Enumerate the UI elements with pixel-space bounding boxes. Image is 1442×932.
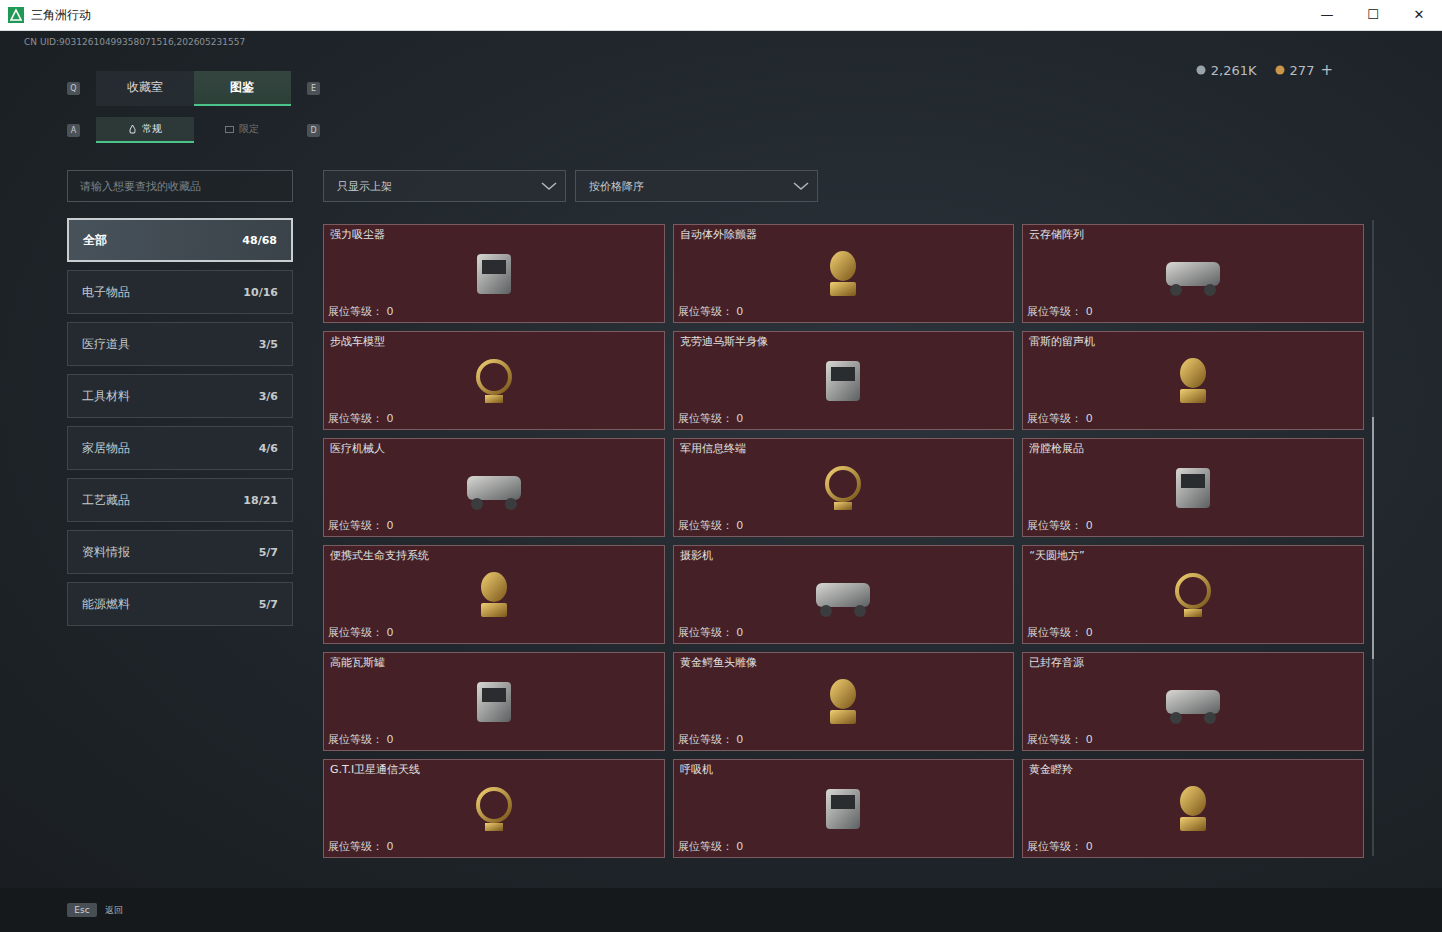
- chevron-down-icon: [541, 181, 557, 191]
- item-icon: [798, 242, 888, 304]
- game-area: CN UID:90312610499358071516,202605231557…: [0, 31, 1442, 932]
- sub-tab[interactable]: 限定: [194, 117, 292, 143]
- item-icon: [798, 563, 888, 625]
- key-hint: Q: [67, 82, 80, 95]
- app-logo-icon: [8, 7, 24, 23]
- chevron-down-icon: [793, 181, 809, 191]
- item-icon: [1148, 777, 1238, 839]
- item-icon: [1148, 242, 1238, 304]
- collection-card[interactable]: “天圆地方”展位等级： 0: [1022, 545, 1364, 644]
- scroll-thumb[interactable]: [1372, 417, 1374, 659]
- item-icon: [1148, 349, 1238, 411]
- collection-card[interactable]: 克劳迪乌斯半身像展位等级： 0: [673, 331, 1015, 430]
- collection-card[interactable]: 已封存音源展位等级： 0: [1022, 652, 1364, 751]
- esc-key[interactable]: Esc: [67, 903, 97, 917]
- item-icon: [449, 456, 539, 518]
- category-item[interactable]: 全部48/68: [67, 218, 293, 262]
- category-item[interactable]: 家居物品4/6: [67, 426, 293, 470]
- collection-grid: 强力吸尘器展位等级： 0自动体外除颤器展位等级： 0云存储阵列展位等级： 0 步战…: [323, 224, 1364, 858]
- add-currency-button[interactable]: +: [1320, 61, 1333, 79]
- collection-card[interactable]: 强力吸尘器展位等级： 0: [323, 224, 665, 323]
- coin-icon: [1196, 65, 1206, 75]
- collection-card[interactable]: 黄金鳄鱼头雕像展位等级： 0: [673, 652, 1015, 751]
- currency-bar: 2,261K 277 +: [323, 60, 1383, 80]
- title-bar: 三角洲行动 —☐✕: [0, 0, 1442, 31]
- key-hint: E: [307, 82, 320, 95]
- search-input[interactable]: [67, 170, 293, 202]
- window-control-button[interactable]: —: [1304, 0, 1350, 30]
- item-icon: [449, 563, 539, 625]
- collection-card[interactable]: 呼吸机展位等级： 0: [673, 759, 1015, 858]
- left-panel: Q 收藏室图鉴 E A 常规限定 D 全部48/68 电子物品10/16 医疗道具3/5 工具材料…: [67, 51, 323, 888]
- filter-dropdown[interactable]: 按价格降序: [575, 170, 818, 202]
- flame-icon: [128, 125, 137, 134]
- item-icon: [1148, 563, 1238, 625]
- collection-card[interactable]: 雷斯的留声机展位等级： 0: [1022, 331, 1364, 430]
- card-icon: [225, 125, 234, 134]
- key-hint: A: [67, 124, 80, 137]
- item-icon: [449, 670, 539, 732]
- collection-card[interactable]: 滑膛枪展品展位等级： 0: [1022, 438, 1364, 537]
- category-item[interactable]: 电子物品10/16: [67, 270, 293, 314]
- category-item[interactable]: 能源燃料5/7: [67, 582, 293, 626]
- item-icon: [449, 242, 539, 304]
- item-icon: [1148, 456, 1238, 518]
- collection-card[interactable]: 军用信息终端展位等级： 0: [673, 438, 1015, 537]
- window-control-button[interactable]: ✕: [1396, 0, 1442, 30]
- collection-card[interactable]: 云存储阵列展位等级： 0: [1022, 224, 1364, 323]
- tab[interactable]: 图鉴: [194, 71, 292, 106]
- category-item[interactable]: 医疗道具3/5: [67, 322, 293, 366]
- collection-card[interactable]: 便携式生命支持系统展位等级： 0: [323, 545, 665, 644]
- collection-card[interactable]: 黄金瞪羚展位等级： 0: [1022, 759, 1364, 858]
- category-item[interactable]: 工具材料3/6: [67, 374, 293, 418]
- collection-card[interactable]: G.T.I卫星通信天线展位等级： 0: [323, 759, 665, 858]
- category-item[interactable]: 工艺藏品18/21: [67, 478, 293, 522]
- category-item[interactable]: 资料情报5/7: [67, 530, 293, 574]
- currency: 277: [1275, 63, 1315, 78]
- item-icon: [449, 777, 539, 839]
- item-icon: [798, 670, 888, 732]
- key-hint: D: [307, 124, 320, 137]
- sub-tab[interactable]: 常规: [96, 117, 194, 143]
- item-icon: [798, 777, 888, 839]
- item-icon: [1148, 670, 1238, 732]
- currency: 2,261K: [1196, 63, 1257, 78]
- collection-card[interactable]: 高能瓦斯罐展位等级： 0: [323, 652, 665, 751]
- collection-card[interactable]: 步战车模型展位等级： 0: [323, 331, 665, 430]
- item-icon: [798, 456, 888, 518]
- item-icon: [798, 349, 888, 411]
- uid-label: CN UID:90312610499358071516,202605231557: [0, 31, 1442, 51]
- game-window: 三角洲行动 —☐✕CN UID:90312610499358071516,2026…: [0, 0, 1442, 932]
- collection-card[interactable]: 摄影机展位等级： 0: [673, 545, 1015, 644]
- filter-dropdown[interactable]: 只显示上架: [323, 170, 566, 202]
- main-panel: 2,261K 277 + 只显示上架按价格降序强力吸尘器展位等级： 0自动体外除颤器展…: [323, 51, 1383, 888]
- footer-bar: Esc 返回: [0, 888, 1442, 932]
- scrollbar[interactable]: [1372, 220, 1374, 856]
- collection-card[interactable]: 自动体外除颤器展位等级： 0: [673, 224, 1015, 323]
- window-control-button[interactable]: ☐: [1350, 0, 1396, 30]
- coin-icon: [1275, 65, 1285, 75]
- back-label[interactable]: 返回: [105, 904, 123, 917]
- item-icon: [449, 349, 539, 411]
- window-title: 三角洲行动: [31, 7, 91, 24]
- tab[interactable]: 收藏室: [96, 71, 194, 106]
- collection-card[interactable]: 医疗机械人展位等级： 0: [323, 438, 665, 537]
